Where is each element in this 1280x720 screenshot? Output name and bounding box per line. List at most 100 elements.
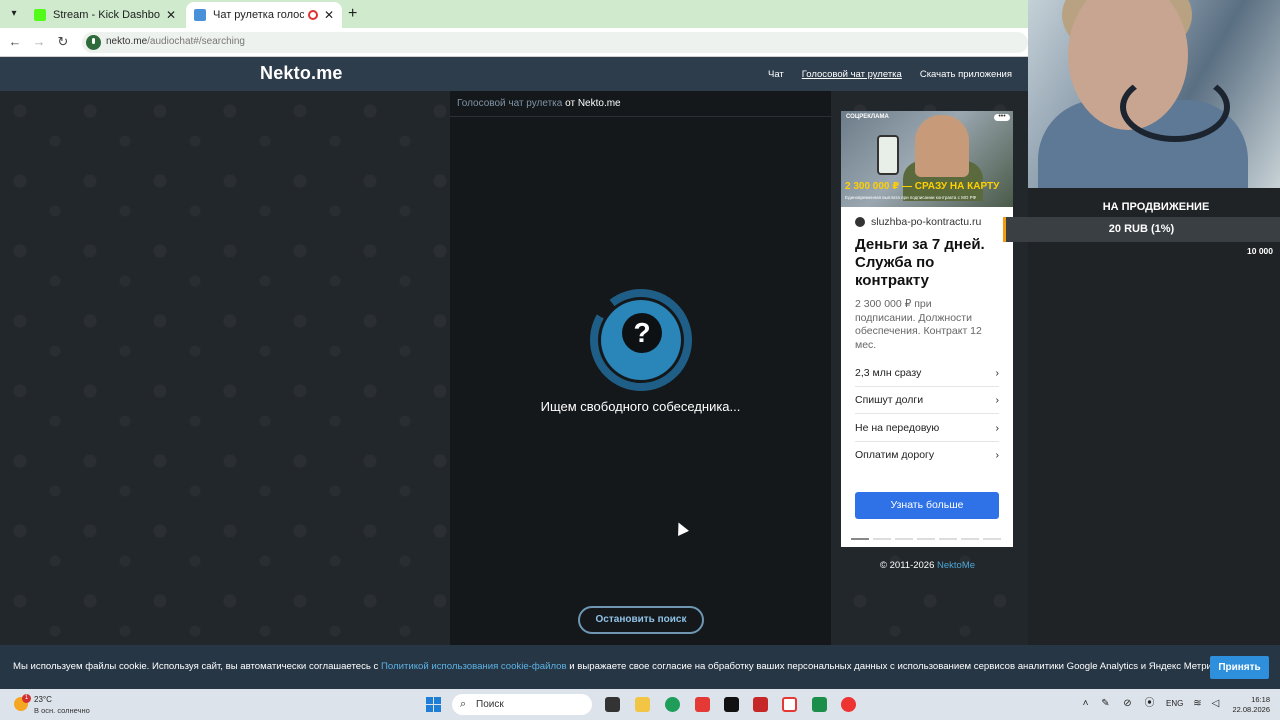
acrobat-icon[interactable]: [753, 697, 768, 712]
ad-link-item[interactable]: Спишут долги ›: [855, 394, 999, 406]
nav-link-download-apps[interactable]: Скачать приложения: [920, 69, 1012, 80]
tray-overflow-icon[interactable]: ˄: [1080, 698, 1091, 709]
task-view-icon[interactable]: [605, 697, 620, 712]
forward-arrow-icon[interactable]: →: [30, 33, 48, 51]
voice-chat-link[interactable]: Голосовой чат рулетка: [457, 98, 562, 109]
ad-carousel-indicator: [873, 538, 891, 540]
tab-title: Чат рулетка голосовая —: [213, 9, 304, 21]
app-icon[interactable]: [812, 697, 827, 712]
clock-date: 22.08.2026: [1232, 705, 1270, 714]
tab-kick-dashboard[interactable]: Stream - Kick Dashboard ✕: [26, 2, 184, 28]
browser-tab-bar: ▾ Stream - Kick Dashboard ✕ Чат рулетка …: [0, 0, 1028, 28]
ad-image[interactable]: СОЦРЕКЛАМА ••• 2 300 000 ₽ — СРАЗУ НА КА…: [841, 111, 1013, 207]
accept-cookies-button[interactable]: Принять: [1210, 656, 1269, 679]
microphone-permission-icon[interactable]: [86, 35, 101, 50]
chat-header-suffix: от Nekto.me: [565, 98, 621, 109]
webcam-overlay: [1028, 0, 1280, 188]
taskbar-search-label: Поиск: [476, 699, 504, 710]
url-text: nekto.me/audiochat#/searching: [106, 36, 245, 47]
nav-link-voice-chat[interactable]: Голосовой чат рулетка: [802, 69, 902, 80]
weather-description[interactable]: В осн. солнечно: [34, 706, 90, 715]
tray-network-icon[interactable]: ⊘: [1122, 698, 1133, 709]
yandex-browser-icon[interactable]: [782, 697, 797, 712]
edge-browser-icon[interactable]: [665, 697, 680, 712]
obs-icon[interactable]: [724, 697, 739, 712]
headphones-icon: [1120, 72, 1230, 142]
cookie-text: Мы используем файлы cookie. Используя са…: [13, 661, 1225, 672]
screen: ▾ Stream - Kick Dashboard ✕ Чат рулетка …: [0, 0, 1280, 720]
ad-link-item[interactable]: Оплатим дорогу ›: [855, 449, 999, 461]
ad-person-face: [915, 115, 969, 177]
stream-overlay-panel: [1028, 188, 1280, 645]
ad-link-item[interactable]: Не на передовую ›: [855, 422, 999, 434]
tab-nekto-audiochat[interactable]: Чат рулетка голосовая — ✕: [186, 2, 342, 28]
ad-title[interactable]: Деньги за 7 дней. Служба по контракту: [855, 236, 1005, 290]
ad-carousel-indicator: [895, 538, 913, 540]
tray-app-icon[interactable]: ✎: [1100, 698, 1111, 709]
reload-icon[interactable]: ↻: [54, 33, 72, 51]
chrome-icon[interactable]: [841, 697, 856, 712]
clock-time: 16:18: [1251, 695, 1270, 704]
chat-panel-header: Голосовой чат рулетка от Nekto.me: [450, 91, 831, 117]
language-indicator[interactable]: ENG: [1166, 699, 1183, 708]
ad-domain-text: sluzhba-po-kontractu.ru: [871, 216, 982, 228]
ad-carousel-indicator: [983, 538, 1001, 540]
tab-search-chevron-icon[interactable]: ▾: [6, 6, 22, 22]
chevron-right-icon: ›: [995, 367, 1000, 379]
cookie-policy-link[interactable]: Политикой использования cookie-файлов: [381, 661, 567, 672]
wifi-icon[interactable]: ≋: [1192, 698, 1203, 709]
site-header: Nekto.me Чат Голосовой чат рулетка Скача…: [0, 57, 1028, 91]
file-explorer-icon[interactable]: [635, 697, 650, 712]
chevron-right-icon: ›: [995, 394, 1000, 406]
ad-cta-button[interactable]: Узнать больше: [855, 492, 999, 519]
ad-banner-subtext: Единовременная выплата при подписании ко…: [845, 195, 976, 200]
back-arrow-icon[interactable]: ←: [6, 33, 24, 51]
nekto-favicon-icon: [194, 9, 206, 21]
yandex-icon[interactable]: [695, 697, 710, 712]
copyright: © 2011-2026 NektoMe: [880, 560, 976, 571]
nektome-link[interactable]: NektoMe: [937, 560, 975, 571]
ad-link-item[interactable]: 2,3 млн сразу ›: [855, 367, 999, 379]
stop-search-button[interactable]: Остановить поиск: [578, 606, 704, 634]
close-tab-icon[interactable]: ✕: [324, 8, 334, 22]
close-tab-icon[interactable]: ✕: [166, 8, 176, 22]
promo-amount: 20 RUB (1%): [1108, 223, 1175, 235]
ad-carousel-indicator: [961, 538, 979, 540]
microphone-icon[interactable]: ⦿: [1144, 698, 1155, 709]
windows-taskbar: 1 23°C В осн. солнечно ⌕ Поиск ˄ ✎ ⊘ ⦿ E…: [0, 689, 1280, 720]
weather-temperature[interactable]: 23°C: [34, 695, 52, 704]
system-clock[interactable]: 16:18 22.08.2026: [1230, 695, 1270, 715]
chat-panel: Голосовой чат рулетка от Nekto.me ? Ищем…: [450, 91, 831, 645]
nav-link-chat[interactable]: Чат: [768, 69, 784, 80]
ad-domain[interactable]: sluzhba-po-kontractu.ru: [855, 216, 981, 228]
top-navigation: Чат Голосовой чат рулетка Скачать прилож…: [768, 69, 1012, 80]
divider: [855, 441, 999, 442]
volume-icon[interactable]: ◁: [1210, 698, 1221, 709]
ad-carousel-indicator: [851, 538, 869, 540]
taskbar-search-input[interactable]: ⌕ Поиск: [452, 694, 592, 715]
ad-banner-headline: 2 300 000 ₽ — СРАЗУ НА КАРТУ: [845, 181, 1000, 192]
ad-more-options-icon[interactable]: •••: [994, 113, 1010, 121]
search-status-text: Ищем свободного собеседника...: [540, 399, 741, 414]
arrow-circle-icon: [855, 217, 865, 227]
site-logo[interactable]: Nekto.me: [260, 63, 343, 84]
question-mark-icon: ?: [622, 313, 662, 353]
ad-phone-icon: [877, 135, 899, 175]
ad-carousel-indicator: [917, 538, 935, 540]
tab-title: Stream - Kick Dashboard: [53, 9, 160, 21]
ad-label: СОЦРЕКЛАМА: [846, 114, 889, 120]
recording-indicator-icon: [307, 10, 318, 20]
advertisement[interactable]: СОЦРЕКЛАМА ••• 2 300 000 ₽ — СРАЗУ НА КА…: [841, 111, 1013, 547]
windows-start-icon[interactable]: [426, 697, 441, 712]
new-tab-button[interactable]: +: [348, 5, 357, 23]
cookie-banner: Мы используем файлы cookie. Используя са…: [0, 645, 1280, 689]
search-icon: ⌕: [460, 698, 467, 710]
promo-title: НА ПРОДВИЖЕНИЕ: [1102, 201, 1210, 213]
divider: [855, 413, 999, 414]
divider: [855, 386, 999, 387]
address-bar-row: ← → ↻ nekto.me/audiochat#/searching: [0, 28, 1028, 57]
kick-favicon-icon: [34, 9, 46, 21]
url-input[interactable]: nekto.me/audiochat#/searching: [82, 32, 1028, 53]
notification-badge: 1: [22, 694, 31, 703]
ad-description: 2 300 000 ₽ при подписании. Должности об…: [855, 298, 982, 351]
